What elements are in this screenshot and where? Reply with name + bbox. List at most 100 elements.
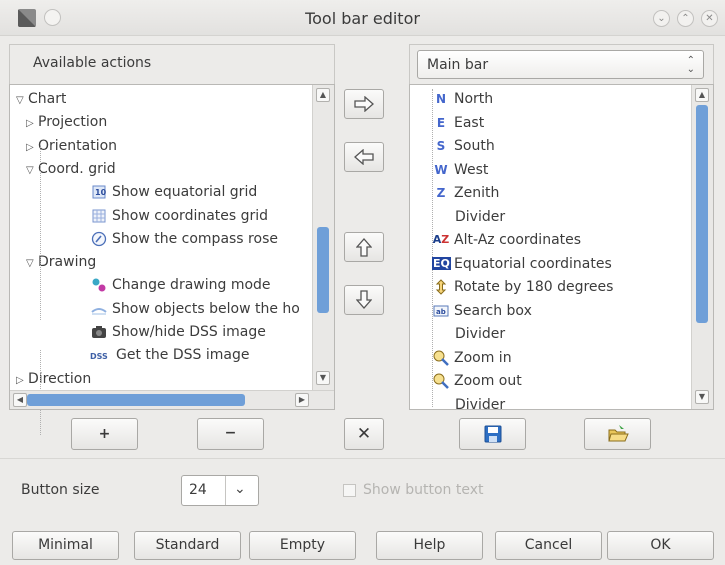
list-item[interactable]: Divider	[455, 394, 505, 416]
arrow-left-icon	[354, 148, 374, 166]
list-item-label: Equatorial coordinates	[454, 255, 612, 272]
scroll-right-arrow-icon[interactable]: ▶	[295, 393, 309, 407]
list-item[interactable]: E East	[432, 112, 484, 134]
bar-select-value: Main bar	[427, 57, 489, 73]
remove-from-bar-button[interactable]	[344, 142, 384, 172]
move-down-button[interactable]	[344, 285, 384, 315]
tree-item[interactable]: Show/hide DSS image	[90, 321, 266, 343]
list-item-label: Rotate by 180 degrees	[454, 279, 614, 295]
tree-item[interactable]: DSS Get the DSS image	[90, 344, 249, 366]
tree-item[interactable]: Show coordinates grid	[90, 205, 268, 227]
left-hscroll-thumb[interactable]	[27, 394, 245, 406]
delete-item-button[interactable]: ✕	[344, 418, 384, 450]
toolbar-items-list[interactable]: N North E East S South W West Z Zenith Divider AZ Al…	[409, 84, 714, 413]
list-item[interactable]: Z Zenith	[432, 182, 500, 204]
empty-button[interactable]: Empty	[249, 531, 356, 560]
arrow-right-icon	[354, 95, 374, 113]
tree-item[interactable]: 10 Show equatorial grid	[90, 181, 257, 203]
bar-select[interactable]: Main bar ⌃ ⌄	[417, 50, 704, 79]
expanded-arrow-icon[interactable]: ▽	[26, 160, 38, 180]
tree-item[interactable]: Change drawing mode	[90, 274, 271, 296]
left-vertical-scrollbar[interactable]: ▲ ▼	[312, 85, 334, 390]
expanded-arrow-icon[interactable]: ▽	[16, 90, 28, 110]
tree-item-label: Orientation	[38, 137, 118, 154]
zoom-out-icon	[432, 373, 450, 389]
drawing-mode-icon	[90, 277, 108, 293]
show-button-text-label: Show button text	[363, 482, 484, 498]
tree-item-label: Change drawing mode	[112, 277, 271, 294]
collapsed-arrow-icon[interactable]: ▷	[26, 137, 38, 157]
list-item-label: East	[454, 114, 485, 131]
tree-item[interactable]: Show objects below the ho	[90, 298, 300, 320]
direction-letter-icon: E	[436, 115, 446, 130]
equatorial-icon: EQ	[432, 256, 451, 270]
list-item-label: Zoom out	[454, 373, 522, 389]
minimal-button[interactable]: Minimal	[12, 531, 119, 560]
show-button-text-checkbox[interactable]	[343, 484, 356, 497]
button-size-select[interactable]: 24 ⌄	[181, 475, 259, 506]
minimize-icon[interactable]: ⌄	[653, 10, 670, 27]
tree-guide-line	[40, 145, 41, 320]
direction-letter-icon: Z	[436, 186, 446, 200]
right-scroll-thumb[interactable]	[696, 105, 708, 323]
tree-item[interactable]: ▷ Direction	[16, 368, 91, 390]
list-item[interactable]: Divider	[455, 323, 505, 345]
list-item[interactable]: ab Search box	[432, 300, 532, 322]
tree-item[interactable]: ▽ Chart	[16, 88, 66, 110]
chevron-down-icon: ⌄	[234, 481, 246, 497]
remove-button[interactable]: −	[197, 418, 264, 450]
close-icon[interactable]: ✕	[701, 10, 718, 27]
horizon-icon	[90, 301, 108, 317]
scroll-up-arrow-icon[interactable]: ▲	[695, 88, 709, 102]
collapsed-arrow-icon[interactable]: ▷	[26, 113, 38, 133]
left-scroll-thumb[interactable]	[317, 227, 329, 313]
tree-item-label: Coord. grid	[38, 160, 116, 177]
list-item[interactable]: Zoom in	[432, 347, 512, 369]
rotate-icon	[432, 279, 450, 295]
save-button[interactable]	[459, 418, 526, 450]
tree-item-label: Direction	[28, 370, 92, 387]
cancel-button[interactable]: Cancel	[495, 531, 602, 560]
available-actions-tree[interactable]: ▽ Chart ▷ Projection ▷ Orientation ▽ Coord. gri…	[9, 84, 335, 435]
equatorial-grid-icon: 10	[90, 184, 108, 200]
list-item[interactable]: Divider	[455, 206, 505, 228]
list-item[interactable]: N North	[432, 88, 493, 110]
direction-letter-icon: S	[436, 139, 446, 153]
tree-item[interactable]: ▷ Projection	[26, 111, 107, 133]
scroll-left-arrow-icon[interactable]: ◀	[13, 393, 27, 407]
open-button[interactable]	[584, 418, 651, 450]
help-button[interactable]: Help	[376, 531, 483, 560]
tree-item-label: Chart	[28, 91, 67, 107]
scroll-up-arrow-icon[interactable]: ▲	[316, 88, 330, 102]
ok-button[interactable]: OK	[607, 531, 714, 560]
list-item-label: Divider	[455, 396, 506, 413]
scroll-down-arrow-icon[interactable]: ▼	[695, 390, 709, 404]
scroll-down-arrow-icon[interactable]: ▼	[316, 371, 330, 385]
tree-item[interactable]: Show the compass rose	[90, 228, 278, 250]
select-divider	[225, 476, 226, 505]
right-vertical-scrollbar[interactable]: ▲ ▼	[691, 85, 713, 409]
list-item[interactable]: Zoom out	[432, 370, 522, 392]
list-item[interactable]: AZ Alt-Az coordinates	[432, 229, 581, 251]
maximize-icon[interactable]: ⌃	[677, 10, 694, 27]
left-horizontal-scrollbar[interactable]: ◀ ▶	[10, 390, 334, 409]
floppy-disk-icon	[484, 425, 501, 443]
open-folder-icon	[607, 425, 629, 442]
button-size-value: 24	[189, 482, 207, 498]
list-item[interactable]: W West	[432, 159, 488, 181]
add-button[interactable]: +	[71, 418, 138, 450]
move-up-button[interactable]	[344, 232, 384, 262]
zoom-in-icon	[432, 350, 450, 366]
list-item-label: Divider	[455, 326, 506, 342]
list-item[interactable]: Rotate by 180 degrees	[432, 276, 613, 298]
list-item[interactable]: EQ Equatorial coordinates	[432, 253, 612, 275]
tree-item[interactable]: ▽ Drawing	[26, 251, 96, 273]
bar-select-header: Main bar ⌃ ⌄	[409, 44, 714, 85]
list-item-label: South	[454, 138, 495, 154]
collapsed-arrow-icon[interactable]: ▷	[16, 370, 28, 390]
list-item[interactable]: S South	[432, 135, 495, 157]
standard-button[interactable]: Standard	[134, 531, 241, 560]
tree-item-label: Show the compass rose	[112, 230, 278, 247]
add-to-bar-button[interactable]	[344, 89, 384, 119]
expanded-arrow-icon[interactable]: ▽	[26, 253, 38, 273]
